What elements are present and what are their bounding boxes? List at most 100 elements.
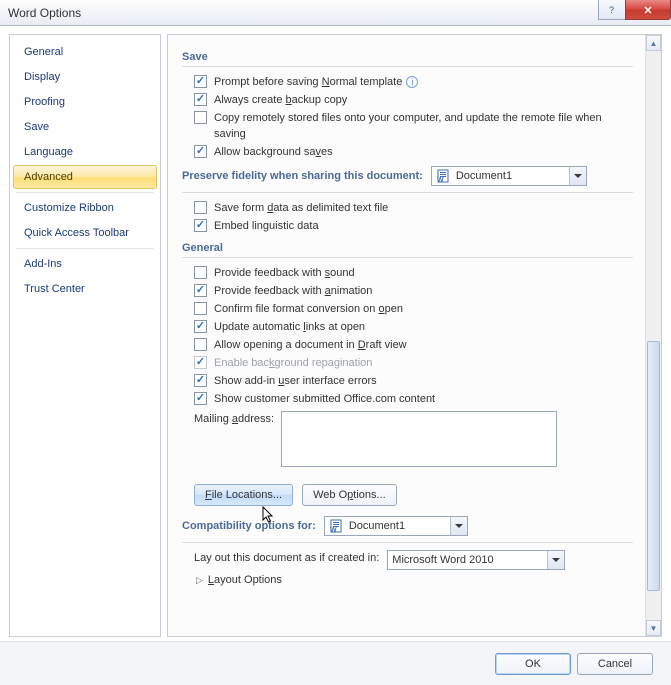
general-option-7-checkbox[interactable] [194, 392, 207, 405]
preserve-fidelity-document-dropdown[interactable]: W Document1 [431, 166, 587, 186]
save-option-0-label: Prompt before saving Normal templatei [214, 74, 418, 90]
save-option-2-checkbox[interactable] [194, 111, 207, 124]
chevron-down-icon [450, 517, 467, 535]
sidebar-item-label: Display [24, 71, 60, 83]
web-options-button[interactable]: Web Options... [302, 484, 397, 506]
sidebar-separator [16, 248, 154, 249]
general-option-3-label: Update automatic links at open [214, 319, 365, 335]
save-option-2-label: Copy remotely stored files onto your com… [214, 110, 633, 142]
svg-text:?: ? [609, 5, 614, 15]
sidebar-item-language[interactable]: Language [13, 140, 157, 164]
close-button[interactable] [625, 0, 671, 20]
scroll-down-button[interactable]: ▼ [646, 620, 661, 636]
save-option-1: Always create backup copy [194, 92, 633, 108]
general-option-0: Provide feedback with sound [194, 265, 633, 281]
sidebar-separator [16, 192, 154, 193]
general-option-6-checkbox[interactable] [194, 374, 207, 387]
scroll-thumb[interactable] [647, 341, 660, 591]
mouse-cursor-icon [262, 506, 276, 524]
dropdown-value: Document1 [456, 170, 569, 182]
options-sidebar: General Display Proofing Save Language A… [9, 34, 161, 637]
sidebar-item-customize-ribbon[interactable]: Customize Ribbon [13, 196, 157, 220]
options-content: Save Prompt before saving Normal templat… [168, 35, 645, 636]
general-option-1: Provide feedback with animation [194, 283, 633, 299]
section-compatibility: Compatibility options for: [182, 520, 316, 532]
sidebar-item-display[interactable]: Display [13, 65, 157, 89]
ok-button[interactable]: OK [495, 653, 571, 675]
general-option-4-label: Allow opening a document in Draft view [214, 337, 407, 353]
preserve-option-1-label: Embed linguistic data [214, 218, 319, 234]
sidebar-item-add-ins[interactable]: Add-Ins [13, 252, 157, 276]
chevron-down-icon [547, 551, 564, 569]
general-option-7: Show customer submitted Office.com conte… [194, 391, 633, 407]
dialog-footer: OK Cancel [0, 641, 671, 685]
cancel-button[interactable]: Cancel [577, 653, 653, 675]
general-option-7-label: Show customer submitted Office.com conte… [214, 391, 435, 407]
mailing-address-label: Mailing address: [194, 413, 274, 425]
button-label-rest: ile Locations... [212, 489, 282, 501]
sidebar-item-label: Add-Ins [24, 258, 62, 270]
save-option-1-checkbox[interactable] [194, 93, 207, 106]
save-option-3-checkbox[interactable] [194, 145, 207, 158]
general-option-2-checkbox[interactable] [194, 302, 207, 315]
general-option-1-checkbox[interactable] [194, 284, 207, 297]
preserve-option-1: Embed linguistic data [194, 218, 633, 234]
sidebar-item-label: Customize Ribbon [24, 202, 114, 214]
svg-text:W: W [330, 527, 337, 533]
sidebar-item-label: Trust Center [24, 283, 85, 295]
info-icon[interactable]: i [406, 76, 418, 88]
sidebar-item-label: General [24, 46, 63, 58]
svg-text:W: W [437, 177, 444, 183]
general-option-3-checkbox[interactable] [194, 320, 207, 333]
help-button[interactable]: ? [598, 0, 626, 20]
sidebar-item-label: Language [24, 146, 73, 158]
sidebar-item-quick-access-toolbar[interactable]: Quick Access Toolbar [13, 221, 157, 245]
sidebar-item-general[interactable]: General [13, 40, 157, 64]
preserve-option-0-checkbox[interactable] [194, 201, 207, 214]
scroll-up-button[interactable]: ▲ [646, 35, 661, 51]
save-option-0: Prompt before saving Normal templatei [194, 74, 633, 90]
save-option-0-checkbox[interactable] [194, 75, 207, 88]
general-option-4-checkbox[interactable] [194, 338, 207, 351]
window-title: Word Options [8, 6, 81, 20]
mailing-address-field[interactable] [281, 411, 557, 467]
save-option-3-label: Allow background saves [214, 144, 333, 160]
preserve-option-1-checkbox[interactable] [194, 219, 207, 232]
scroll-track[interactable] [646, 51, 661, 620]
general-option-1-label: Provide feedback with animation [214, 283, 372, 299]
content-scrollbar[interactable]: ▲ ▼ [645, 35, 661, 636]
sidebar-item-label: Save [24, 121, 49, 133]
general-option-6: Show add-in user interface errors [194, 373, 633, 389]
general-option-6-label: Show add-in user interface errors [214, 373, 377, 389]
general-option-4: Allow opening a document in Draft view [194, 337, 633, 353]
preserve-option-0: Save form data as delimited text file [194, 200, 633, 216]
section-preserve-fidelity: Preserve fidelity when sharing this docu… [182, 170, 423, 182]
compatibility-document-dropdown[interactable]: W Document1 [324, 516, 468, 536]
save-option-3: Allow background saves [194, 144, 633, 160]
file-locations-button[interactable]: File Locations... [194, 484, 293, 506]
sidebar-item-save[interactable]: Save [13, 115, 157, 139]
sidebar-item-label: Quick Access Toolbar [24, 227, 129, 239]
sidebar-item-trust-center[interactable]: Trust Center [13, 277, 157, 301]
general-option-0-label: Provide feedback with sound [214, 265, 355, 281]
section-save: Save [182, 47, 633, 67]
save-option-1-label: Always create backup copy [214, 92, 347, 108]
sidebar-item-proofing[interactable]: Proofing [13, 90, 157, 114]
layout-options-expander[interactable]: ▷ Layout Options [196, 574, 633, 586]
general-option-2-label: Confirm file format conversion on open [214, 301, 403, 317]
save-option-2: Copy remotely stored files onto your com… [194, 110, 633, 142]
preserve-option-0-label: Save form data as delimited text file [214, 200, 388, 216]
chevron-down-icon [569, 167, 586, 185]
word-document-icon: W [329, 519, 345, 533]
sidebar-item-label: Advanced [24, 171, 73, 183]
general-option-0-checkbox[interactable] [194, 266, 207, 279]
section-general: General [182, 238, 633, 258]
general-option-3: Update automatic links at open [194, 319, 633, 335]
general-option-2: Confirm file format conversion on open [194, 301, 633, 317]
dropdown-value: Document1 [349, 520, 450, 532]
layout-compatibility-dropdown[interactable]: Microsoft Word 2010 [387, 550, 565, 570]
titlebar: Word Options ? [0, 0, 671, 26]
general-option-5-label: Enable background repagination [214, 355, 372, 371]
sidebar-item-advanced[interactable]: Advanced [13, 165, 157, 189]
sidebar-item-label: Proofing [24, 96, 65, 108]
